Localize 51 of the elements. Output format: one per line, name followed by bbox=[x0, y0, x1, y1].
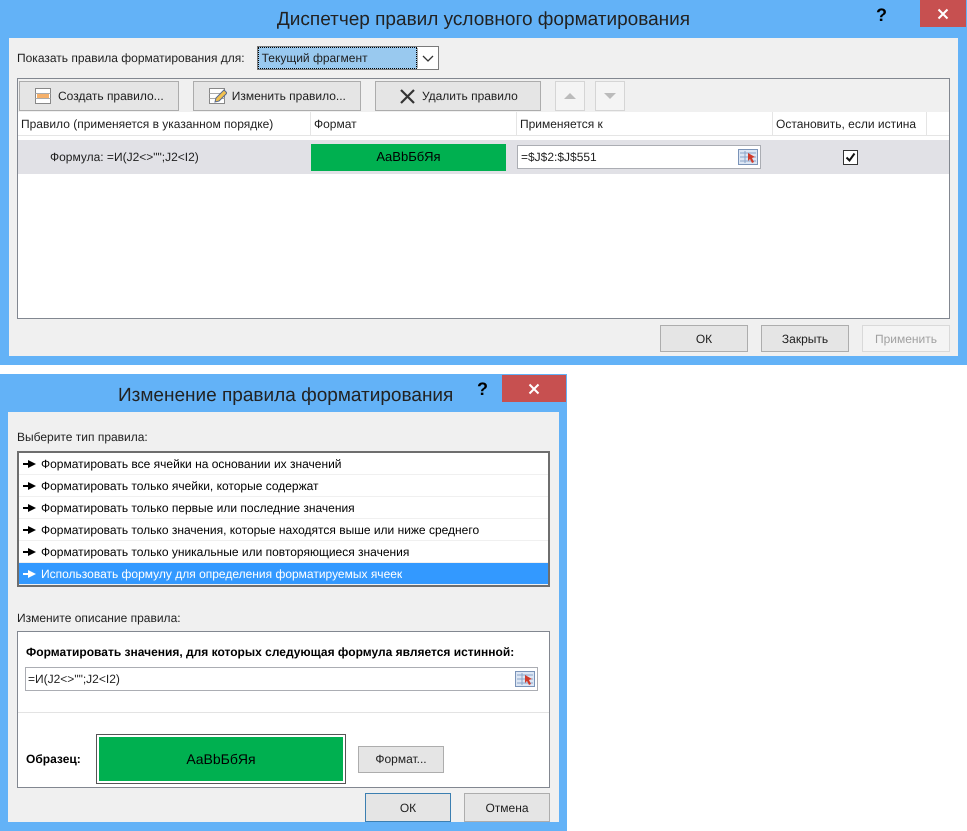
format-preview: AaBbБбЯя bbox=[311, 144, 506, 170]
cross-icon bbox=[398, 86, 417, 104]
close-icon bbox=[937, 8, 949, 20]
rule-description: Формула: =И(J2<>"";J2<I2) bbox=[49, 149, 200, 166]
list-item[interactable]: Форматировать все ячейки на основании их значений bbox=[19, 453, 548, 475]
checkbox[interactable] bbox=[842, 150, 858, 164]
list-item[interactable]: Форматировать только первые или последние значения bbox=[19, 497, 548, 519]
toolbar-button[interactable]: Создать правило... bbox=[19, 80, 179, 110]
pointer-icon bbox=[23, 548, 36, 556]
format-preview: AaBbБбЯя bbox=[99, 737, 343, 781]
range-select-icon bbox=[738, 149, 758, 165]
pointer-icon bbox=[23, 460, 36, 468]
help-button[interactable]: ? bbox=[876, 2, 887, 29]
window-title: Диспетчер правил условного форматирования bbox=[276, 8, 690, 32]
table-icon bbox=[34, 86, 53, 104]
column-header[interactable]: Применяется к bbox=[517, 112, 773, 135]
formula-field[interactable]: =И(J2<>"";J2<I2) bbox=[25, 667, 538, 691]
close-icon bbox=[528, 382, 540, 394]
list-item[interactable]: Форматировать только значения, которые находятся выше или ниже среднего bbox=[19, 519, 548, 541]
column-header[interactable]: Правило (применяется в указанном порядке) bbox=[18, 112, 311, 135]
sample-label: Образец: bbox=[26, 751, 82, 768]
pointer-icon bbox=[23, 482, 36, 490]
table-pencil-icon bbox=[208, 86, 227, 104]
column-header[interactable]: Формат bbox=[311, 112, 517, 135]
dialog-button[interactable]: ОК bbox=[660, 325, 748, 352]
section-label: Выберите тип правила: bbox=[17, 429, 149, 446]
dialog-button[interactable]: Закрыть bbox=[761, 325, 849, 352]
dialog-button[interactable]: Отмена bbox=[464, 793, 550, 822]
down-triangle-icon bbox=[604, 92, 616, 100]
formula-label: Форматировать значения, для которых следующая формула является истинной: bbox=[26, 644, 516, 661]
toolbar-button[interactable]: Удалить правило bbox=[374, 80, 541, 110]
dialog-button[interactable]: Формат... bbox=[358, 746, 444, 772]
pointer-icon bbox=[23, 570, 36, 578]
pointer-icon bbox=[23, 526, 36, 534]
rule-row[interactable]: Формула: =И(J2<>"";J2<I2) AaBbБбЯя =$J$2:$J$551 bbox=[18, 140, 949, 174]
column-header[interactable]: Остановить, если истина bbox=[773, 112, 927, 135]
dropdown-value: Текущий фрагмент bbox=[258, 47, 417, 69]
range-field[interactable]: =$J$2:$J$551 bbox=[517, 145, 761, 169]
dialog-button[interactable]: ОК bbox=[365, 793, 451, 822]
pointer-icon bbox=[23, 504, 36, 512]
range-select-icon bbox=[515, 671, 535, 687]
toolbar-button[interactable]: Изменить правило... bbox=[192, 80, 361, 110]
window-title: Изменение правила форматирования bbox=[118, 384, 454, 408]
dropdown[interactable]: Текущий фрагмент bbox=[256, 46, 439, 70]
close-button[interactable] bbox=[502, 375, 566, 402]
section-label: Измените описание правила: bbox=[17, 610, 182, 627]
list-item[interactable]: Форматировать только ячейки, которые содержат bbox=[19, 475, 548, 497]
help-button[interactable]: ? bbox=[477, 376, 488, 403]
close-button[interactable] bbox=[920, 0, 966, 27]
up-triangle-icon bbox=[564, 92, 576, 100]
field-label: Показать правила форматирования для: bbox=[17, 50, 245, 67]
